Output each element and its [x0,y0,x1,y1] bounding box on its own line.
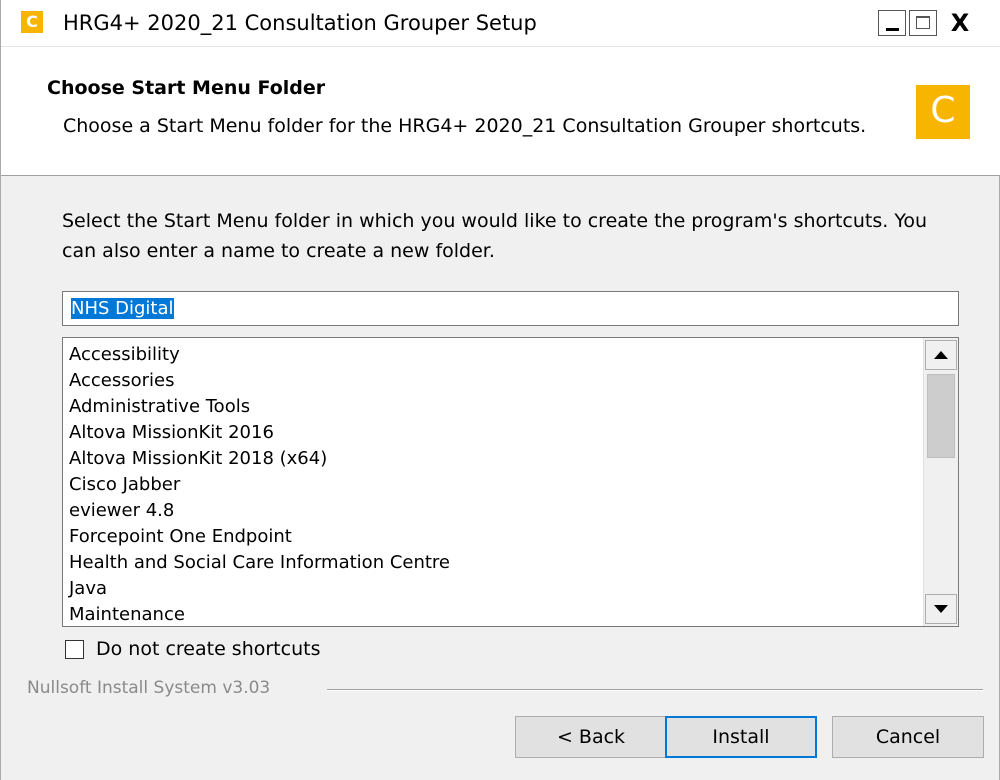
folder-list-item[interactable]: Administrative Tools [69,394,450,420]
back-button[interactable]: < Back [515,716,667,758]
no-shortcuts-label[interactable]: Do not create shortcuts [96,638,320,660]
install-button[interactable]: Install [665,716,817,758]
no-shortcuts-checkbox[interactable] [65,640,84,659]
page-subtitle: Choose a Start Menu folder for the HRG4+… [63,115,867,137]
folder-list-items: Accessibility Accessories Administrative T… [69,342,450,626]
instructions-text: Select the Start Menu folder in which yo… [62,210,928,262]
start-menu-folder-input[interactable]: NHS Digital [62,291,959,326]
installer-branding: Nullsoft Install System v3.03 [27,678,271,698]
folder-list-item[interactable]: Health and Social Care Information Centr… [69,550,450,576]
footer-divider [327,689,983,691]
cancel-button[interactable]: Cancel [832,716,984,758]
scroll-down-button[interactable] [925,594,957,624]
scroll-thumb[interactable] [927,374,955,458]
folder-list-item[interactable]: Java [69,576,450,602]
list-scrollbar[interactable] [923,338,958,626]
close-button[interactable]: X [940,10,980,36]
page-header: Choose Start Menu Folder Choose a Start … [1,47,1000,176]
page-title: Choose Start Menu Folder [47,77,326,99]
window-title: HRG4+ 2020_21 Consultation Grouper Setup [63,11,537,35]
folder-list-item[interactable]: Accessories [69,368,450,394]
product-logo: C [916,85,970,139]
minimize-button[interactable] [878,10,906,36]
installer-window: C HRG4+ 2020_21 Consultation Grouper Set… [0,0,1000,780]
scroll-up-button[interactable] [925,340,957,370]
maximize-button[interactable] [909,10,937,36]
folder-input-selected-text: NHS Digital [71,298,174,319]
title-bar: C HRG4+ 2020_21 Consultation Grouper Set… [1,0,1000,47]
folder-list-item[interactable]: Altova MissionKit 2016 [69,420,450,446]
folder-list-item[interactable]: Accessibility [69,342,450,368]
folder-list-item[interactable]: Cisco Jabber [69,472,450,498]
folder-list-item[interactable]: eviewer 4.8 [69,498,450,524]
folder-list-item[interactable]: Altova MissionKit 2018 (x64) [69,446,450,472]
start-menu-folder-list[interactable]: Accessibility Accessories Administrative T… [62,337,959,627]
app-icon: C [21,11,43,33]
folder-list-item[interactable]: Forcepoint One Endpoint [69,524,450,550]
folder-list-item[interactable]: Maintenance [69,602,450,626]
